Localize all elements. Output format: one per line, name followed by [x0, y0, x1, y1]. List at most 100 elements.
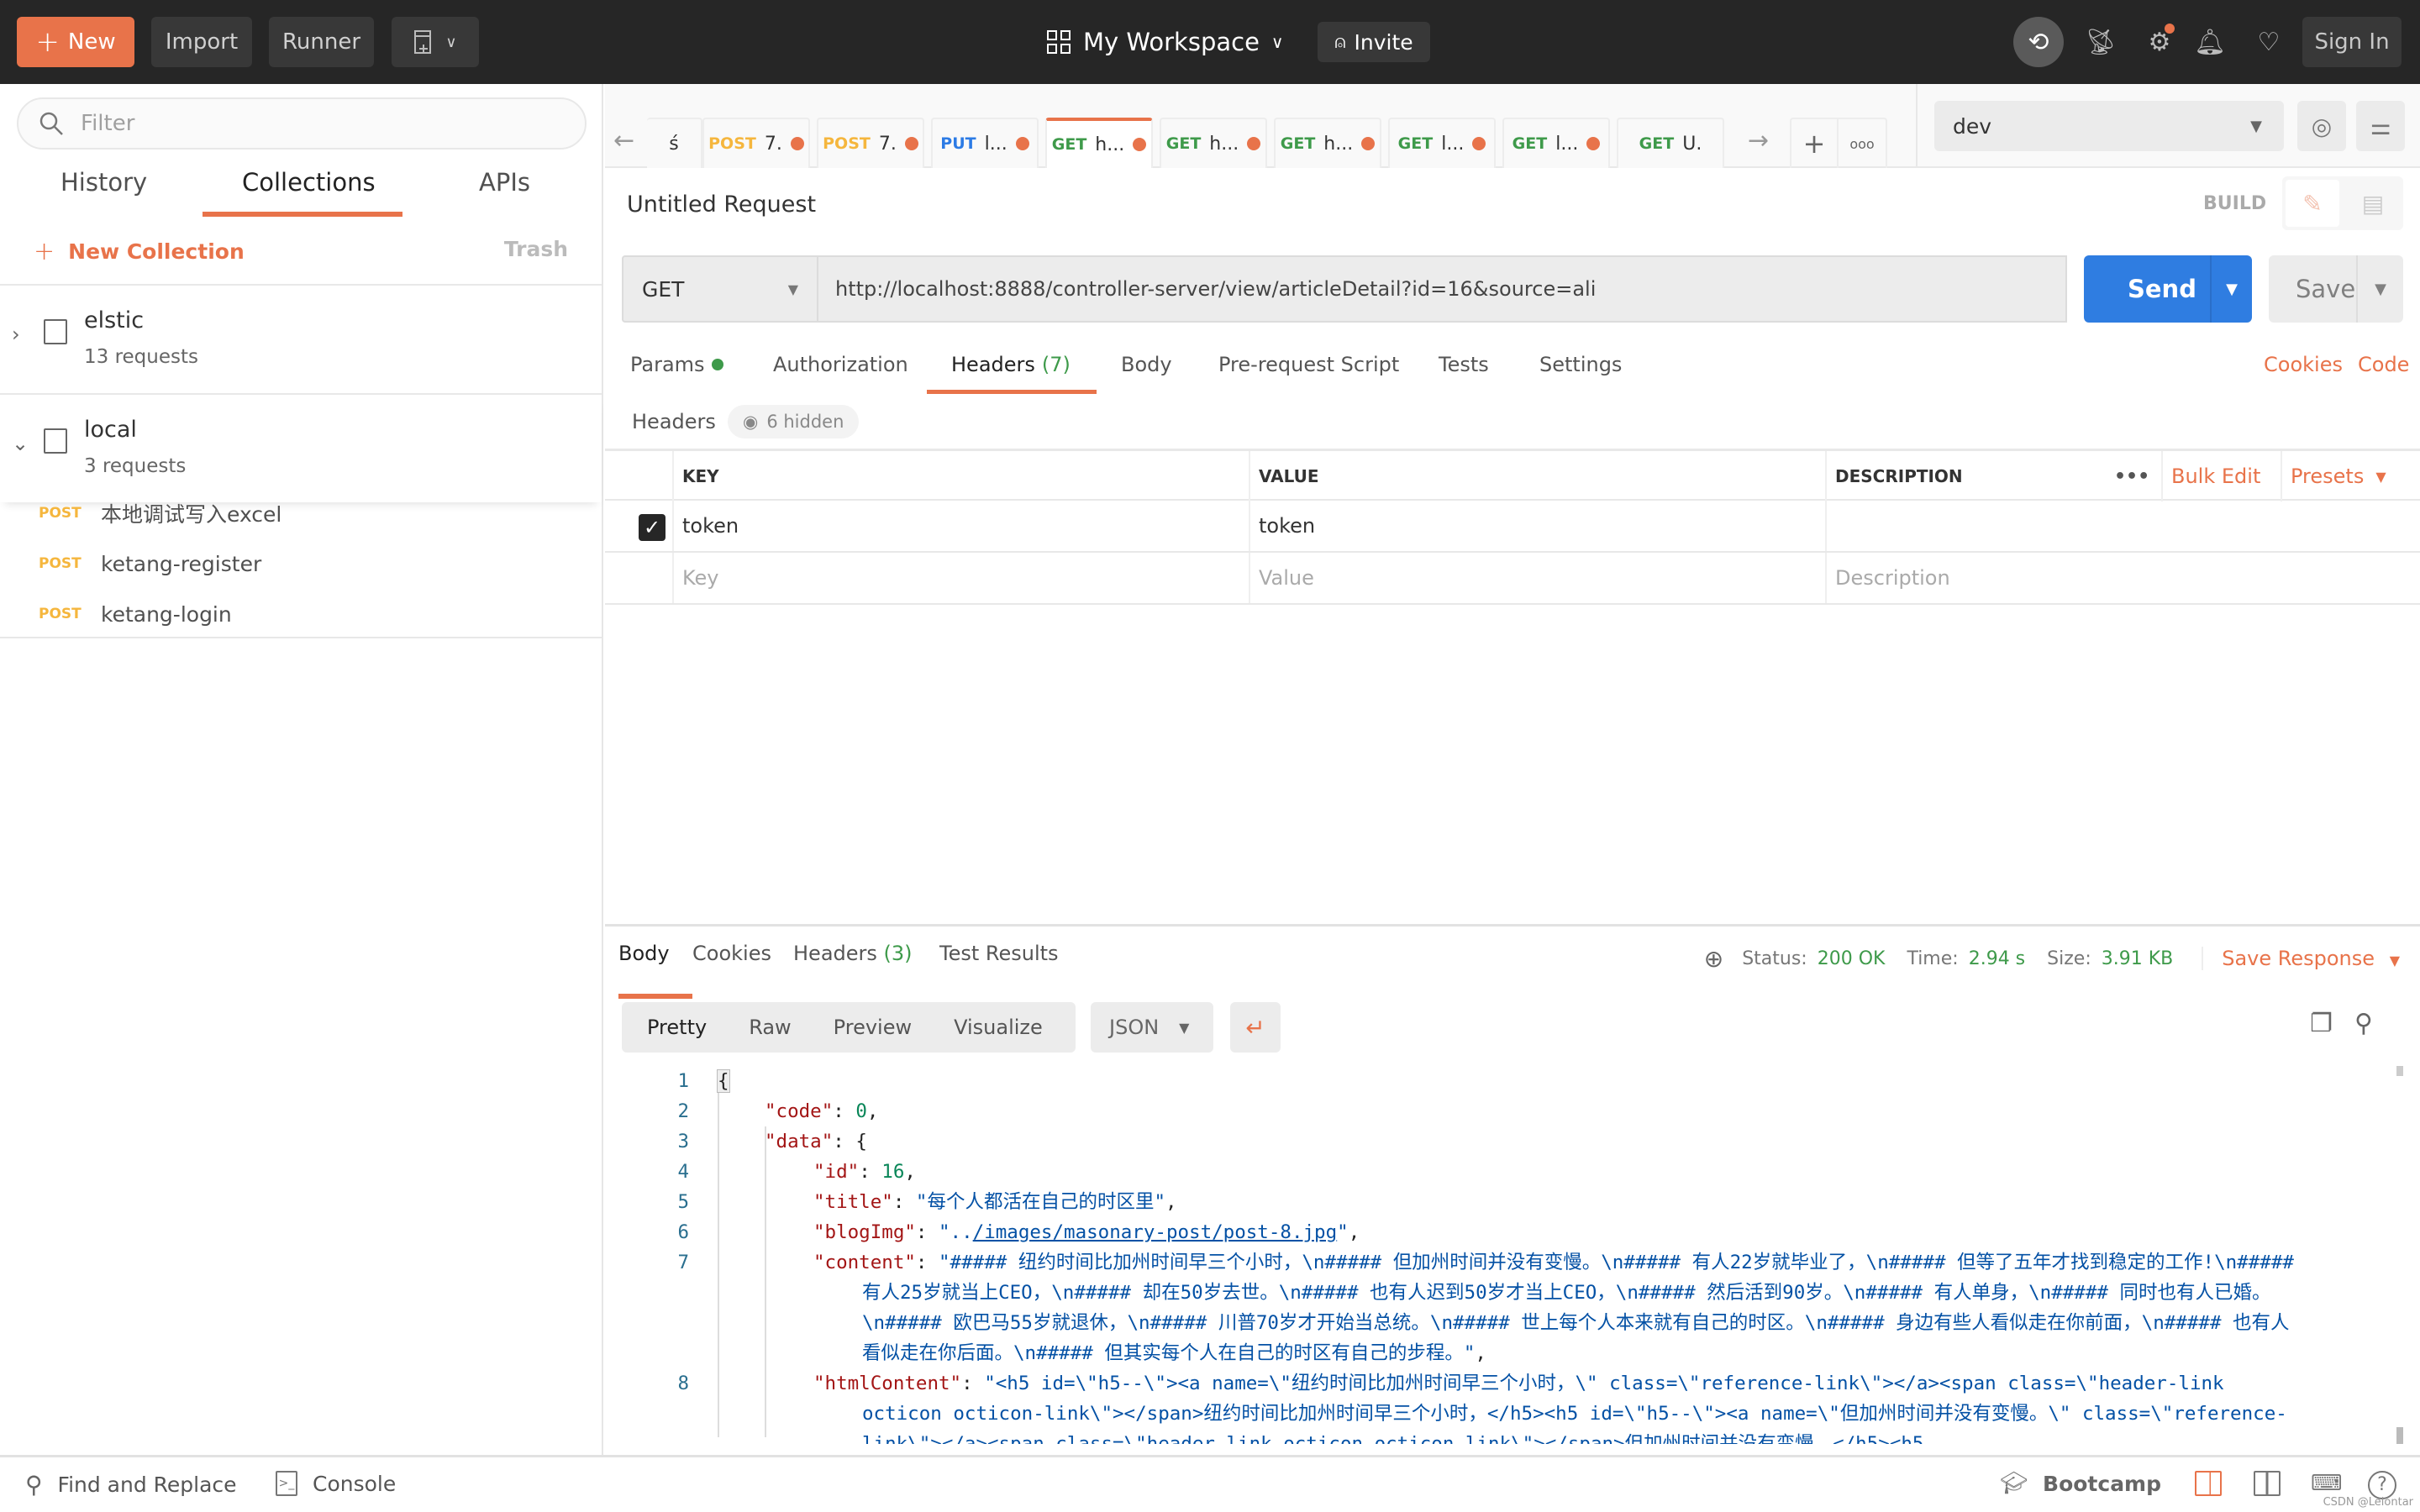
new-collection-button[interactable]: + New Collection — [34, 237, 245, 266]
trash-button[interactable]: Trash — [504, 237, 568, 261]
favorites-button[interactable]: ♡ — [2252, 25, 2286, 59]
view-preview[interactable]: Preview — [834, 1016, 912, 1039]
save-response-button[interactable]: Save Response ▼ — [2202, 947, 2400, 970]
sync-off-button[interactable]: ⟲ — [2013, 17, 2064, 67]
save-button[interactable]: Save ▼ — [2269, 255, 2403, 323]
code-line: "data": { — [765, 1131, 867, 1152]
request-tab[interactable]: GET l... — [1502, 118, 1610, 168]
runner-button[interactable]: Runner — [269, 17, 374, 67]
cookies-link[interactable]: Cookies — [2264, 353, 2343, 376]
request-tab[interactable]: GET h... — [1160, 118, 1267, 168]
request-item[interactable]: POST ketang-login — [39, 593, 232, 635]
chevron-right-icon[interactable]: › — [12, 323, 20, 346]
pencil-icon[interactable]: ✎ — [2286, 180, 2339, 227]
collection-item[interactable]: › elstic 13 requests — [0, 284, 602, 393]
sync-off-icon: ⟲ — [2028, 27, 2049, 57]
environment-quick-look-button[interactable]: ◎ — [2297, 101, 2346, 151]
view-raw[interactable]: Raw — [749, 1016, 791, 1039]
settings-button[interactable]: ⚙ — [2143, 24, 2176, 59]
header-key-cell[interactable]: token — [672, 501, 1249, 551]
caret-down-icon: ▼ — [2389, 953, 2400, 969]
console-button[interactable]: >_ Console — [276, 1471, 396, 1496]
view-pretty[interactable]: Pretty — [647, 1016, 707, 1039]
code-line: "code": 0, — [765, 1100, 879, 1122]
bulk-edit-button[interactable]: Bulk Edit — [2161, 451, 2260, 501]
request-item[interactable]: POST 本地调试写入excel — [39, 492, 281, 534]
arrow-left-icon[interactable]: ← — [613, 126, 634, 155]
more-icon[interactable]: ooo — [1839, 119, 1886, 168]
new-window-dropdown[interactable]: ∨ — [392, 17, 479, 67]
environment-select[interactable]: dev ▼ — [1934, 101, 2284, 151]
response-body-code[interactable]: 1 { 2 "code": 0, 3 "data": { 4 "id": 16,… — [605, 1066, 2403, 1444]
request-tab[interactable]: POST 7. — [817, 118, 924, 168]
response-tab-body[interactable]: Body — [618, 942, 670, 965]
save-dropdown-button[interactable]: ▼ — [2356, 255, 2403, 323]
wrap-lines-button[interactable]: ↵ — [1230, 1002, 1281, 1053]
more-options-icon[interactable]: ••• — [2106, 451, 2149, 501]
url-input[interactable]: http://localhost:8888/controller-server/… — [817, 255, 2067, 323]
invite-button[interactable]: ⍝ Invite — [1318, 22, 1430, 62]
find-replace-button[interactable]: ⚲ Find and Replace — [25, 1471, 237, 1499]
response-tab-cookies[interactable]: Cookies — [692, 942, 771, 965]
search-icon — [39, 112, 63, 135]
blog-image-link[interactable]: /images/masonary-post/post-8.jpg — [973, 1221, 1337, 1243]
tab-headers[interactable]: Headers (7) — [951, 353, 1071, 376]
notifications-button[interactable]: 🔔︎ — [2193, 25, 2227, 59]
single-pane-view-button[interactable] — [2254, 1471, 2281, 1496]
send-dropdown-button[interactable]: ▼ — [2210, 255, 2252, 323]
new-description-input[interactable]: Description — [1825, 553, 2420, 603]
header-enabled-checkbox[interactable]: ✓ — [639, 514, 666, 541]
view-visualize[interactable]: Visualize — [954, 1016, 1043, 1039]
request-title[interactable]: Untitled Request — [627, 192, 816, 218]
presets-dropdown[interactable]: Presets ▼ — [2281, 451, 2386, 501]
request-tab[interactable]: GET U. — [1617, 118, 1724, 168]
hidden-headers-toggle[interactable]: ◉ 6 hidden — [728, 405, 860, 438]
new-key-input[interactable]: Key — [672, 553, 1249, 603]
request-tab[interactable]: GET l... — [1388, 118, 1496, 168]
tab-tests[interactable]: Tests — [1439, 353, 1489, 376]
tab-collections[interactable]: Collections — [242, 168, 376, 197]
request-tab-active[interactable]: GET h... — [1045, 118, 1153, 168]
tab-authorization[interactable]: Authorization — [773, 353, 908, 376]
search-icon[interactable]: ⚲ — [2354, 1009, 2373, 1038]
code-line: "htmlContent": "<h5 id=\"h5--\"><a name=… — [813, 1373, 2287, 1444]
format-select[interactable]: JSON ▼ — [1091, 1002, 1213, 1053]
filter-input[interactable]: Filter — [17, 97, 587, 150]
response-tab-headers[interactable]: Headers (3) — [793, 942, 913, 965]
method-select[interactable]: GET ▼ — [622, 255, 817, 323]
tab-history[interactable]: History — [60, 168, 147, 197]
capture-requests-button[interactable]: 📡︎ — [2084, 25, 2118, 59]
code-link[interactable]: Code — [2358, 353, 2409, 376]
tab-settings[interactable]: Settings — [1539, 353, 1622, 376]
bootcamp-button[interactable]: 🎓︎ Bootcamp — [2000, 1471, 2161, 1496]
two-pane-view-button[interactable] — [2195, 1471, 2222, 1496]
globe-icon[interactable]: ⊕ — [1704, 945, 1723, 973]
comment-icon[interactable]: ▤ — [2346, 180, 2400, 227]
tab-pre-request-script[interactable]: Pre-request Script — [1218, 353, 1399, 376]
tab-params[interactable]: Params — [630, 353, 723, 376]
tab-body[interactable]: Body — [1121, 353, 1172, 376]
collection-item[interactable]: ⌄ local 3 requests — [0, 393, 602, 502]
workspace-switcher[interactable]: My Workspace ∨ — [1046, 24, 1284, 60]
vertical-scrollbar[interactable] — [2395, 1066, 2405, 1444]
help-button[interactable]: ? — [2368, 1471, 2396, 1499]
request-tab[interactable]: ś — [647, 118, 702, 168]
chevron-down-icon[interactable]: ⌄ — [12, 432, 29, 455]
keyboard-shortcuts-button[interactable]: ⌨ — [2311, 1471, 2343, 1496]
new-button[interactable]: + New — [17, 17, 134, 67]
copy-icon[interactable]: ❐ — [2310, 1009, 2333, 1038]
header-value-cell[interactable]: token — [1249, 501, 1825, 551]
sign-in-button[interactable]: Sign In — [2302, 17, 2402, 67]
send-button[interactable]: Send ▼ — [2084, 255, 2252, 323]
request-tab[interactable]: POST 7. — [702, 118, 810, 168]
tab-apis[interactable]: APIs — [479, 168, 530, 197]
request-item[interactable]: POST ketang-register — [39, 543, 261, 585]
new-value-input[interactable]: Value — [1249, 553, 1825, 603]
manage-environments-button[interactable]: ⚌ — [2356, 101, 2405, 151]
add-tab-button[interactable]: + — [1791, 119, 1839, 168]
request-tab[interactable]: PUT l... — [931, 118, 1039, 168]
arrow-right-icon[interactable]: → — [1748, 126, 1769, 155]
header-description-cell[interactable] — [1825, 501, 2420, 551]
import-button[interactable]: Import — [151, 17, 252, 67]
request-tab[interactable]: GET h... — [1274, 118, 1381, 168]
